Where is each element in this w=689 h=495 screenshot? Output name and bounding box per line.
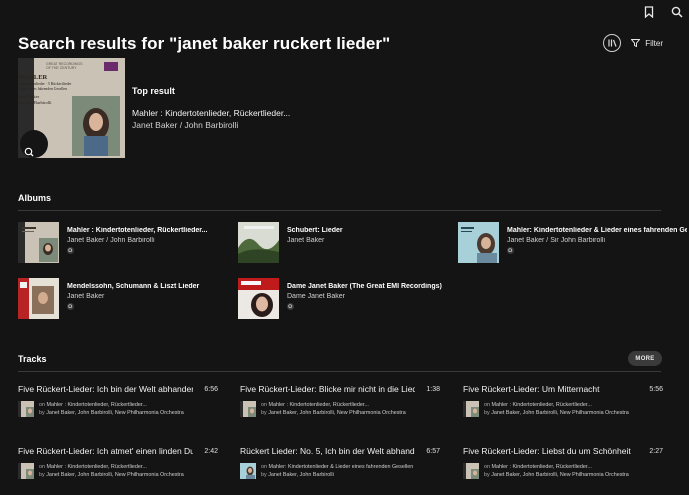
quality-badge-icon — [287, 303, 294, 310]
track-artists[interactable]: Janet Baker, John Barbirolli, New Philha… — [268, 410, 406, 416]
track-duration: 2:27 — [649, 447, 663, 455]
album-title[interactable]: Mahler : Kindertotenlieder, Rückertliede… — [67, 227, 227, 234]
track-by-label: by — [39, 472, 45, 478]
track-on-label: on — [484, 464, 490, 470]
track-on-label: on — [261, 402, 267, 408]
track-duration: 1:38 — [426, 385, 440, 393]
filter-button[interactable]: Filter — [631, 39, 663, 48]
track-title[interactable]: Five Rückert-Lieder: Um Mitternacht — [463, 384, 638, 394]
album-artist[interactable]: Janet Baker — [287, 237, 447, 244]
quality-badge-icon — [507, 247, 514, 254]
album-cover-illustration — [18, 58, 125, 158]
track-title[interactable]: Rückert Lieder: No. 5, Ich bin der Welt … — [240, 446, 415, 456]
header-actions: Filter — [603, 34, 663, 52]
album-title[interactable]: Schubert: Lieder — [287, 227, 447, 234]
track-duration: 6:57 — [426, 447, 440, 455]
album-card[interactable]: Mendelssohn, Schumann & Liszt Lieder Jan… — [18, 278, 227, 319]
tracks-divider — [18, 371, 661, 372]
more-button[interactable]: MORE — [628, 351, 662, 366]
track-artists[interactable]: Janet Baker, John Barbirolli, New Philha… — [491, 410, 629, 416]
top-result-title[interactable]: Mahler : Kindertotenlieder, Rückertliede… — [132, 108, 290, 118]
track-album[interactable]: Mahler: Kindertotenlieder & Lieder eines… — [269, 464, 414, 470]
album-artist[interactable]: Janet Baker / John Barbirolli — [67, 237, 227, 244]
track-by-label: by — [484, 472, 490, 478]
track-thumbnail — [240, 401, 256, 417]
track-on-label: on — [484, 402, 490, 408]
track-on-label: on — [39, 464, 45, 470]
track-title[interactable]: Five Rückert-Lieder: Liebst du um Schönh… — [463, 446, 638, 456]
track-item[interactable]: Five Rückert-Lieder: Ich bin der Welt ab… — [18, 384, 218, 417]
track-title[interactable]: Five Rückert-Lieder: Ich bin der Welt ab… — [18, 384, 193, 394]
top-result-artist[interactable]: Janet Baker / John Barbirolli — [132, 120, 238, 130]
filter-label: Filter — [645, 38, 663, 48]
library-icon[interactable] — [603, 34, 622, 52]
track-album[interactable]: Mahler : Kindertotenlieder, Rückertliede… — [47, 464, 147, 470]
track-thumbnail — [240, 463, 256, 479]
track-item[interactable]: Rückert Lieder: No. 5, Ich bin der Welt … — [240, 446, 440, 479]
album-artwork — [458, 222, 499, 263]
track-artists[interactable]: Janet Baker, John Barbirolli, New Philha… — [491, 472, 629, 478]
track-album[interactable]: Mahler : Kindertotenlieder, Rückertliede… — [492, 464, 592, 470]
album-artist[interactable]: Janet Baker — [67, 293, 227, 300]
track-by-label: by — [261, 410, 267, 416]
albums-section-title: Albums — [18, 193, 52, 203]
track-item[interactable]: Five Rückert-Lieder: Liebst du um Schönh… — [463, 446, 663, 479]
track-artists[interactable]: Janet Baker, John Barbirolli — [268, 472, 334, 478]
album-card[interactable]: Dame Janet Baker (The Great EMI Recordin… — [238, 278, 447, 319]
bookmark-icon[interactable] — [641, 4, 657, 20]
track-artists[interactable]: Janet Baker, John Barbirolli, New Philha… — [46, 410, 184, 416]
page-title: Search results for "janet baker ruckert … — [18, 34, 391, 53]
cover-performer2-text: Sir John Barbirolli — [18, 100, 52, 105]
album-title[interactable]: Dame Janet Baker (The Great EMI Recordin… — [287, 283, 447, 290]
track-title[interactable]: Five Rückert-Lieder: Ich atmet' einen li… — [18, 446, 193, 456]
cover-works-text: Kindertotenlieder · 5 Rückertlieder Lied… — [18, 82, 72, 91]
track-thumbnail — [463, 463, 479, 479]
album-card[interactable]: Schubert: Lieder Janet Baker — [238, 222, 447, 263]
top-result-label: Top result — [132, 86, 175, 96]
top-result-artwork[interactable]: GREAT RECORDINGS OF THE CENTURY MAHLER K… — [18, 58, 125, 158]
track-item[interactable]: Five Rückert-Lieder: Blicke mir nicht in… — [240, 384, 440, 417]
album-title[interactable]: Mahler: Kindertotenlieder & Lieder eines… — [507, 227, 687, 234]
cover-series-text: GREAT RECORDINGS OF THE CENTURY — [46, 62, 83, 70]
track-on-label: on — [261, 464, 267, 470]
cover-composer-text: MAHLER — [18, 74, 48, 81]
albums-divider — [18, 210, 661, 211]
album-artwork — [238, 278, 279, 319]
track-by-label: by — [261, 472, 267, 478]
track-thumbnail — [18, 463, 34, 479]
cover-performer1-text: Janet Baker — [18, 94, 40, 99]
album-artwork — [238, 222, 279, 263]
track-title[interactable]: Five Rückert-Lieder: Blicke mir nicht in… — [240, 384, 415, 394]
track-thumbnail — [463, 401, 479, 417]
filter-icon — [631, 39, 641, 47]
track-duration: 5:56 — [649, 385, 663, 393]
track-by-label: by — [39, 410, 45, 416]
track-on-label: on — [39, 402, 45, 408]
album-card[interactable]: Mahler: Kindertotenlieder & Lieder eines… — [458, 222, 687, 263]
search-icon[interactable] — [669, 4, 685, 20]
track-album[interactable]: Mahler : Kindertotenlieder, Rückertliede… — [492, 402, 592, 408]
album-card[interactable]: Mahler : Kindertotenlieder, Rückertliede… — [18, 222, 227, 263]
track-duration: 6:56 — [204, 385, 218, 393]
album-artist[interactable]: Janet Baker / Sir John Barbirolli — [507, 237, 687, 244]
album-artwork — [18, 278, 59, 319]
track-duration: 2:42 — [204, 447, 218, 455]
track-artists[interactable]: Janet Baker, John Barbirolli, New Philha… — [46, 472, 184, 478]
track-item[interactable]: Five Rückert-Lieder: Ich atmet' einen li… — [18, 446, 218, 479]
track-thumbnail — [18, 401, 34, 417]
quality-badge-icon — [67, 303, 74, 310]
quality-badge-icon — [67, 247, 74, 254]
tracks-section-title: Tracks — [18, 354, 47, 364]
track-by-label: by — [484, 410, 490, 416]
track-item[interactable]: Five Rückert-Lieder: Um Mitternacht 5:56… — [463, 384, 663, 417]
album-artist[interactable]: Dame Janet Baker — [287, 293, 447, 300]
album-artwork — [18, 222, 59, 263]
quality-badge-icon — [24, 144, 34, 157]
track-album[interactable]: Mahler : Kindertotenlieder, Rückertliede… — [269, 402, 369, 408]
top-right-icons — [641, 4, 685, 20]
album-title[interactable]: Mendelssohn, Schumann & Liszt Lieder — [67, 283, 227, 290]
track-album[interactable]: Mahler : Kindertotenlieder, Rückertliede… — [47, 402, 147, 408]
